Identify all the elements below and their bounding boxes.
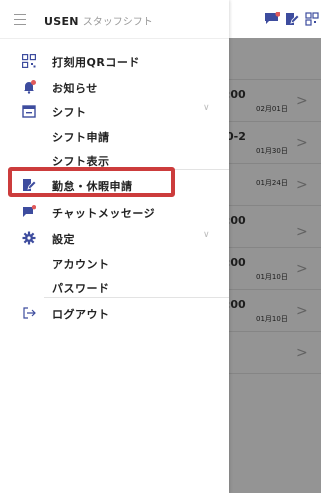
menu-label: シフト <box>52 106 87 119</box>
side-drawer: USEN スタッフシフト 打刻用QRコード お知らせ シフト ∨ シフト申請 シ… <box>0 0 229 493</box>
menu-item-shift[interactable]: シフト ∨ <box>0 98 229 123</box>
chat-icon[interactable] <box>264 12 280 26</box>
menu-item-chat[interactable]: チャットメッセージ <box>0 199 229 224</box>
chat-icon <box>23 205 36 217</box>
calendar-icon <box>22 105 36 118</box>
gear-icon <box>22 231 36 245</box>
menu-label: 打刻用QRコード <box>52 56 140 69</box>
leave-icon[interactable] <box>284 12 300 26</box>
drawer-header: USEN スタッフシフト <box>0 0 229 39</box>
menu-label: お知らせ <box>52 82 98 95</box>
hamburger-icon[interactable] <box>14 14 26 25</box>
menu-item-account[interactable]: アカウント <box>0 250 229 275</box>
brand-subtitle: スタッフシフト <box>82 17 153 28</box>
app-brand: USEN スタッフシフト <box>44 13 153 28</box>
divider <box>44 297 229 298</box>
menu-item-settings[interactable]: 設定 ∨ <box>0 225 229 250</box>
menu-item-qr[interactable]: 打刻用QRコード <box>0 48 229 73</box>
menu-label: シフト申請 <box>52 131 110 144</box>
menu-item-logout[interactable]: ログアウト <box>0 300 229 325</box>
menu-label: チャットメッセージ <box>52 207 156 220</box>
menu-item-password[interactable]: パスワード <box>0 274 229 299</box>
menu-label: アカウント <box>52 258 110 271</box>
highlight-box <box>8 167 175 197</box>
menu-label: 設定 <box>52 233 75 246</box>
chevron-down-icon: ∨ <box>203 103 210 113</box>
menu-item-shift-apply[interactable]: シフト申請 <box>0 123 229 148</box>
brand-name: USEN <box>44 15 79 28</box>
logout-icon <box>23 307 36 319</box>
bell-icon <box>24 80 36 94</box>
menu-label: ログアウト <box>52 308 110 321</box>
menu-label: パスワード <box>52 282 110 295</box>
chevron-down-icon: ∨ <box>203 230 210 240</box>
qr-code-icon[interactable] <box>305 12 321 26</box>
app-frame: :00 02月01日 > 0-2 01月30日 > 01月24日 > :00 >… <box>0 0 321 493</box>
qr-code-icon <box>22 54 36 68</box>
menu-item-news[interactable]: お知らせ <box>0 74 229 99</box>
